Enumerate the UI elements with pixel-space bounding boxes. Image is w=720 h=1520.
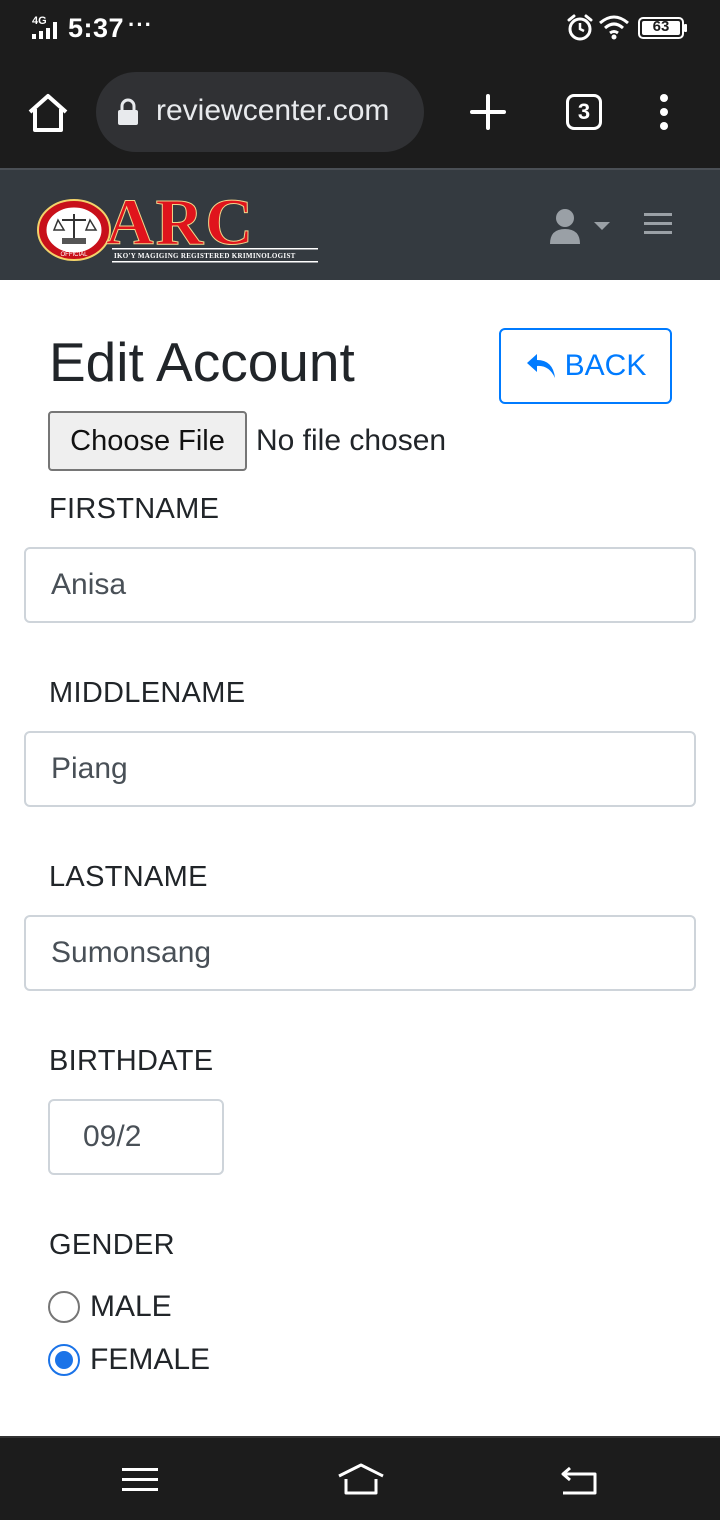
system-navigation-bar [0, 1436, 720, 1520]
logo-seal-text: OFFICIAL [60, 252, 88, 258]
user-dropdown-toggle[interactable] [548, 208, 614, 244]
address-bar[interactable]: reviewcenter.com [96, 72, 424, 152]
middlename-input[interactable] [24, 731, 696, 807]
clock: 5:37 [68, 13, 125, 43]
birthdate-input[interactable] [48, 1099, 224, 1175]
recents-menu-icon[interactable] [122, 1466, 158, 1494]
female-radio[interactable] [48, 1344, 80, 1376]
home-icon[interactable] [336, 1462, 386, 1496]
page-title: Edit Account [49, 331, 355, 393]
back-button-label: BACK [564, 349, 647, 382]
url-text: reviewcenter.com [156, 94, 390, 127]
file-status: No file chosen [256, 424, 447, 457]
male-label: MALE [90, 1290, 172, 1323]
alarm-icon [567, 14, 593, 41]
lastname-input[interactable] [24, 915, 696, 991]
gender-option-male[interactable]: MALE [48, 1290, 172, 1324]
hamburger-icon[interactable] [644, 212, 672, 236]
birthdate-label: BIRTHDATE [49, 1045, 214, 1077]
wifi-icon [599, 15, 629, 40]
firstname-label: FIRSTNAME [49, 493, 220, 525]
signal-icon: 4G [32, 15, 57, 39]
lastname-label: LASTNAME [49, 861, 208, 893]
notification-overflow: ··· [128, 12, 153, 37]
home-icon[interactable] [26, 92, 70, 134]
arc-logo[interactable]: OFFICIAL ARC IKO'Y MAGIGING REGISTERED K… [34, 184, 324, 266]
gender-option-female[interactable]: FEMALE [48, 1343, 210, 1377]
lock-icon [118, 98, 138, 125]
caret-down-icon [594, 222, 610, 230]
middlename-label: MIDDLENAME [49, 677, 246, 709]
logo-tagline: IKO'Y MAGIGING REGISTERED KRIMINOLOGIST [114, 252, 296, 260]
network-type: 4G [32, 15, 47, 27]
new-tab-plus-icon[interactable] [468, 92, 508, 132]
overflow-menu-icon[interactable] [652, 92, 676, 132]
tab-switcher-button[interactable]: 3 [566, 94, 602, 130]
back-icon[interactable] [560, 1464, 598, 1496]
male-radio[interactable] [48, 1291, 80, 1323]
firstname-input[interactable] [24, 547, 696, 623]
female-label: FEMALE [90, 1343, 211, 1376]
choose-file-button[interactable]: Choose File [48, 411, 247, 471]
browser-toolbar: reviewcenter.com 3 [0, 56, 720, 168]
battery-level: 63 [652, 18, 670, 35]
status-bar: 4G 5:37 ··· 63 [0, 0, 720, 56]
reply-arrow-icon [526, 354, 555, 378]
gender-label: GENDER [49, 1229, 175, 1261]
site-navbar: OFFICIAL ARC IKO'Y MAGIGING REGISTERED K… [0, 168, 720, 280]
back-button[interactable]: BACK [499, 328, 672, 404]
user-icon [550, 209, 580, 244]
